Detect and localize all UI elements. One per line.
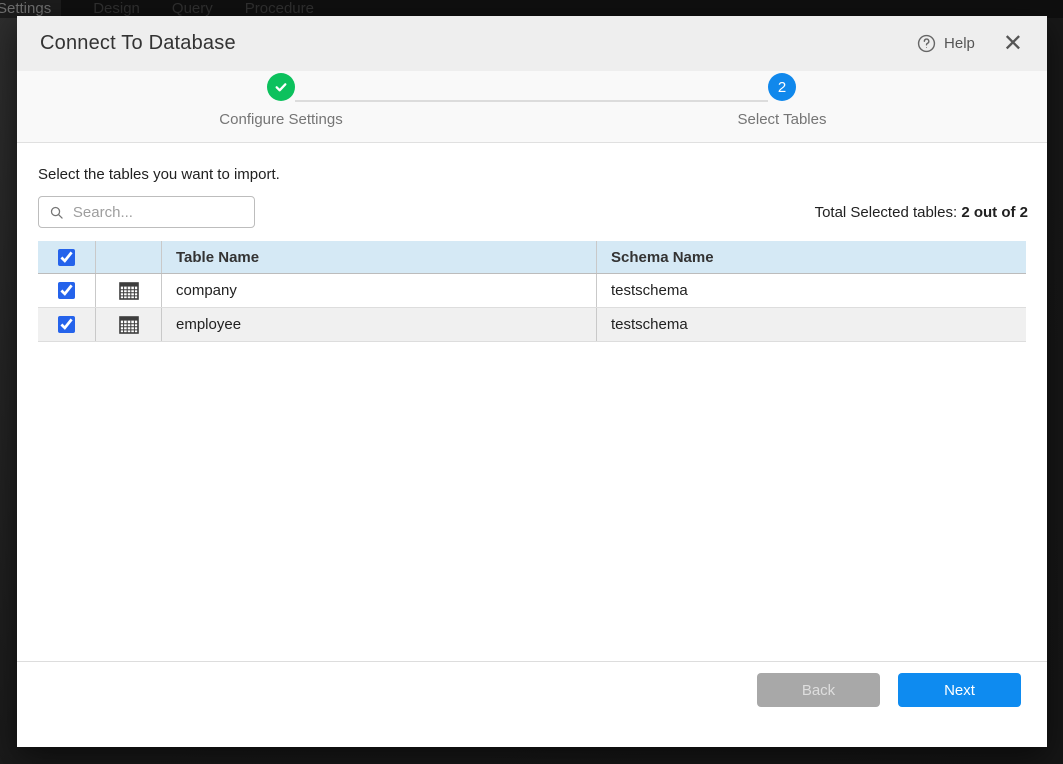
summary-prefix: Total Selected tables: xyxy=(815,204,962,221)
tables-list: Table Name Schema Name xyxy=(38,241,1026,342)
table-name-cell: employee xyxy=(162,308,597,341)
search-icon xyxy=(49,204,64,221)
search-input[interactable] xyxy=(73,204,244,221)
table-grid-icon xyxy=(119,281,139,301)
intro-text: Select the tables you want to import. xyxy=(38,166,1026,183)
schema-name-cell: testschema xyxy=(597,274,1026,307)
wizard-stepper: Configure Settings 2 Select Tables xyxy=(17,71,1047,143)
table-name-column-header: Table Name xyxy=(162,241,597,273)
table-name-cell: company xyxy=(162,274,597,307)
table-toolbar: Total Selected tables: 2 out of 2 xyxy=(38,196,1028,228)
stepper-connector-line xyxy=(295,100,768,102)
schema-name-cell: testschema xyxy=(597,308,1026,341)
dialog-content: Select the tables you want to import. To… xyxy=(17,143,1047,661)
schema-name-column-header: Schema Name xyxy=(597,241,1026,273)
step-complete-check-icon xyxy=(267,73,295,101)
table-row[interactable]: employee testschema xyxy=(38,308,1026,342)
help-label: Help xyxy=(944,35,975,52)
table-grid-icon xyxy=(119,315,139,335)
table-row[interactable]: company testschema xyxy=(38,274,1026,308)
next-button[interactable]: Next xyxy=(898,673,1021,707)
step-select-tables[interactable]: 2 Select Tables xyxy=(702,73,862,128)
summary-count: 2 out of 2 xyxy=(961,204,1028,221)
help-button[interactable]: Help xyxy=(917,34,975,53)
table-header-row: Table Name Schema Name xyxy=(38,241,1026,274)
search-box[interactable] xyxy=(38,196,255,228)
select-all-checkbox[interactable] xyxy=(58,249,75,266)
row-checkbox[interactable] xyxy=(58,316,75,333)
selected-tables-summary: Total Selected tables: 2 out of 2 xyxy=(815,204,1028,221)
dialog-header: Connect To Database Help ✕ xyxy=(17,16,1047,71)
help-icon xyxy=(917,34,936,53)
dialog-footer: Back Next xyxy=(17,661,1047,747)
step-select-tables-label: Select Tables xyxy=(702,111,862,128)
step-configure-settings-label: Configure Settings xyxy=(201,111,361,128)
step-configure-settings[interactable]: Configure Settings xyxy=(201,73,361,128)
step-number-badge: 2 xyxy=(768,73,796,101)
dialog-title: Connect To Database xyxy=(40,32,236,55)
close-icon[interactable]: ✕ xyxy=(1003,34,1023,54)
icon-column-header xyxy=(96,241,162,273)
row-checkbox[interactable] xyxy=(58,282,75,299)
back-button[interactable]: Back xyxy=(757,673,880,707)
connect-to-database-dialog: Connect To Database Help ✕ xyxy=(17,16,1047,747)
